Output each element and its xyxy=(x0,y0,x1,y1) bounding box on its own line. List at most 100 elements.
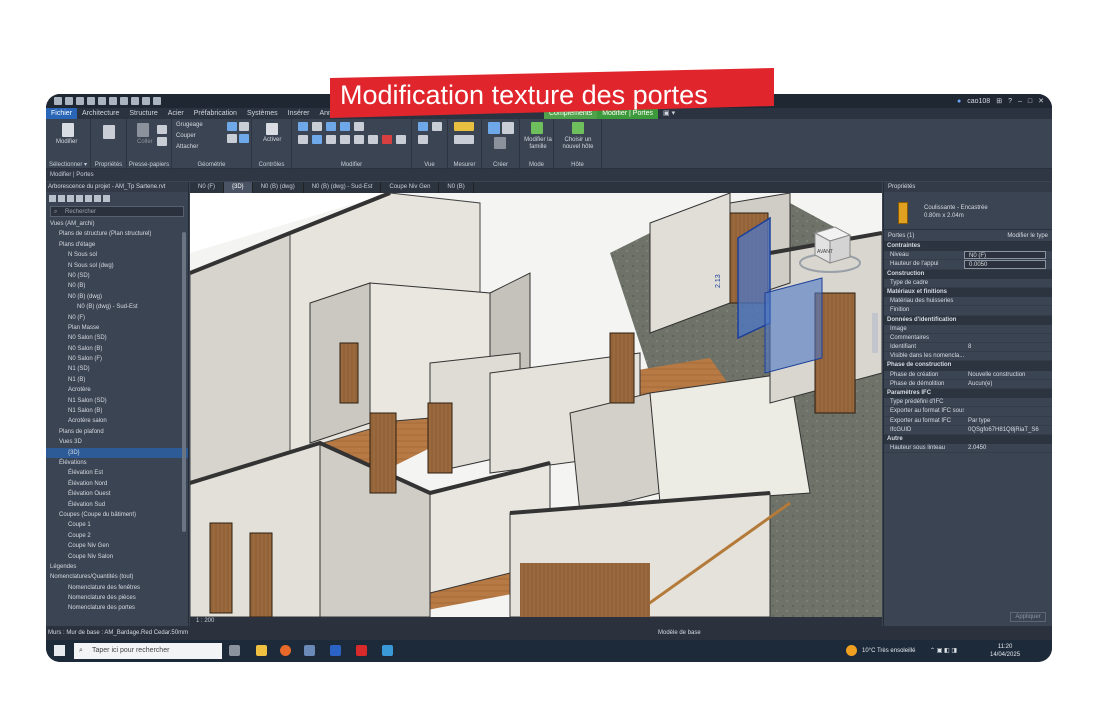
property-section[interactable]: Autre xyxy=(884,434,1052,445)
tree-item[interactable]: Nomenclature des fenêtres xyxy=(46,583,188,593)
home-icon[interactable] xyxy=(54,97,62,105)
user-name[interactable]: cao108 xyxy=(967,98,990,105)
tree-item[interactable]: Acrotère salon xyxy=(46,416,188,426)
property-value[interactable]: Aucun(e) xyxy=(964,380,1052,388)
isolate-icon[interactable] xyxy=(418,135,428,144)
split-icon[interactable] xyxy=(354,122,364,131)
tree-item[interactable]: Coupe 1 xyxy=(46,520,188,530)
property-value[interactable] xyxy=(964,306,1052,314)
paste-icon[interactable] xyxy=(137,123,149,137)
pick-host-icon[interactable] xyxy=(572,122,584,134)
rotate-icon[interactable] xyxy=(326,135,336,144)
trim-icon[interactable] xyxy=(340,135,350,144)
tree-item[interactable]: Légendes xyxy=(46,562,188,572)
cart-icon[interactable]: ⊞ xyxy=(996,97,1002,105)
modifier-famille-button[interactable]: Modifier la famille xyxy=(523,137,553,151)
tree-item[interactable]: Vues (AM_archi) xyxy=(46,219,188,229)
hide-icon[interactable] xyxy=(418,122,428,131)
paint-icon[interactable] xyxy=(239,134,249,143)
copy-icon[interactable] xyxy=(157,125,167,134)
property-section[interactable]: Contraintes xyxy=(884,242,1052,252)
tab-inserer[interactable]: Insérer xyxy=(283,108,315,119)
tree-item[interactable]: Coupe Niv Salon xyxy=(46,552,188,562)
move-icon[interactable] xyxy=(298,135,308,144)
firefox-icon[interactable] xyxy=(280,645,291,656)
join-icon[interactable] xyxy=(227,122,237,131)
property-section[interactable]: Matériaux et finitions xyxy=(884,287,1052,298)
text-icon[interactable] xyxy=(142,97,150,105)
tree-item[interactable]: Coupe Niv Gen xyxy=(46,541,188,551)
delete-icon[interactable] xyxy=(382,135,392,144)
property-value[interactable]: 8 xyxy=(964,343,1052,351)
dimension-icon[interactable] xyxy=(454,135,474,144)
browser-scrollbar[interactable] xyxy=(182,232,186,532)
tree-item[interactable]: Plan Masse xyxy=(46,323,188,333)
tree-item[interactable]: Plans de structure (Plan structurel) xyxy=(46,229,188,239)
windows-start-icon[interactable] xyxy=(54,645,65,656)
type-selector[interactable]: Coulissante - Encastrée 0.80m x 2.04m xyxy=(884,192,1052,230)
tree-item[interactable]: Élévation Nord xyxy=(46,479,188,489)
property-value[interactable]: Par type xyxy=(964,417,1052,425)
view-icon[interactable] xyxy=(85,194,92,202)
property-section[interactable]: Paramètres IFC xyxy=(884,389,1052,399)
tree-item[interactable]: Plans de plafond xyxy=(46,427,188,437)
tree-item[interactable]: Élévation Est xyxy=(46,468,188,478)
view-tab[interactable]: {3D} xyxy=(224,182,253,193)
file-explorer-icon[interactable] xyxy=(256,645,267,656)
view-tab[interactable]: N0 (F) xyxy=(190,182,224,193)
tree-item[interactable]: N0 (SD) xyxy=(46,271,188,281)
tab-prefabrication[interactable]: Préfabrication xyxy=(189,108,242,119)
task-view-icon[interactable] xyxy=(229,645,240,656)
measure-icon[interactable] xyxy=(131,97,139,105)
sort-icon[interactable] xyxy=(76,194,83,202)
property-value[interactable] xyxy=(964,334,1052,342)
edit-family-icon[interactable] xyxy=(531,122,543,134)
create-parts-icon[interactable] xyxy=(494,137,506,149)
sync-icon[interactable] xyxy=(87,97,95,105)
copy-element-icon[interactable] xyxy=(312,135,322,144)
pin-icon[interactable] xyxy=(396,135,406,144)
attacher-button[interactable]: Attacher xyxy=(176,144,198,150)
filter-icon[interactable] xyxy=(67,194,74,202)
revit-icon[interactable] xyxy=(330,645,341,656)
tree-item[interactable]: N0 Salon (F) xyxy=(46,354,188,364)
split-face-icon[interactable] xyxy=(227,134,237,143)
property-value[interactable] xyxy=(964,297,1052,305)
tree-item[interactable]: Élévations xyxy=(46,458,188,468)
measure-tool-icon[interactable] xyxy=(454,122,474,131)
tree-item[interactable]: N0 (B) xyxy=(46,281,188,291)
view-tab[interactable]: N0 (B) xyxy=(439,182,474,193)
scale-icon[interactable] xyxy=(368,135,378,144)
tab-systemes[interactable]: Systèmes xyxy=(242,108,283,119)
create-assembly-icon[interactable] xyxy=(488,122,500,134)
redo-icon[interactable] xyxy=(109,97,117,105)
undo-icon[interactable] xyxy=(98,97,106,105)
property-section[interactable]: Phase de construction xyxy=(884,361,1052,371)
property-value[interactable]: 2.0450 xyxy=(964,444,1052,452)
clock[interactable]: 11:20 14/04/2025 xyxy=(990,643,1020,659)
browser-search-input[interactable]: ⌕ Rechercher xyxy=(50,206,184,217)
apply-button[interactable]: Appliquer xyxy=(1010,612,1046,622)
property-value[interactable]: 0.0050 xyxy=(964,260,1046,269)
property-value[interactable] xyxy=(964,325,1052,333)
tree-item[interactable]: {3D} xyxy=(46,447,188,458)
tree-item[interactable]: Nomenclatures/Quantités (tout) xyxy=(46,572,188,582)
tree-item[interactable]: Coupe 2 xyxy=(46,531,188,541)
tree-item[interactable]: Nomenclature des pièces xyxy=(46,593,188,603)
wall-join-icon[interactable] xyxy=(239,122,249,131)
sheet-icon[interactable] xyxy=(94,194,101,202)
help-icon[interactable]: ? xyxy=(1008,98,1012,105)
mirror-axis-icon[interactable] xyxy=(326,122,336,131)
media-icon[interactable] xyxy=(382,645,393,656)
property-value[interactable]: 0QSgfo67H81Q8jRiaT_S6 xyxy=(964,426,1052,434)
property-section[interactable]: Construction xyxy=(884,269,1052,279)
expand-icon[interactable] xyxy=(49,194,56,202)
model-selector[interactable]: Modèle de base xyxy=(658,626,701,640)
3d-viewport[interactable]: 2.13 AVANT xyxy=(190,193,882,617)
view-3d-icon[interactable] xyxy=(153,97,161,105)
weather-text[interactable]: 10°C Très ensoleillé xyxy=(862,640,915,662)
taskbar-search-input[interactable]: ⌕ Taper ici pour rechercher xyxy=(74,643,222,659)
open-icon[interactable] xyxy=(65,97,73,105)
property-value[interactable]: Nouvelle construction xyxy=(964,371,1052,379)
tree-item[interactable]: N0 (F) xyxy=(46,313,188,323)
